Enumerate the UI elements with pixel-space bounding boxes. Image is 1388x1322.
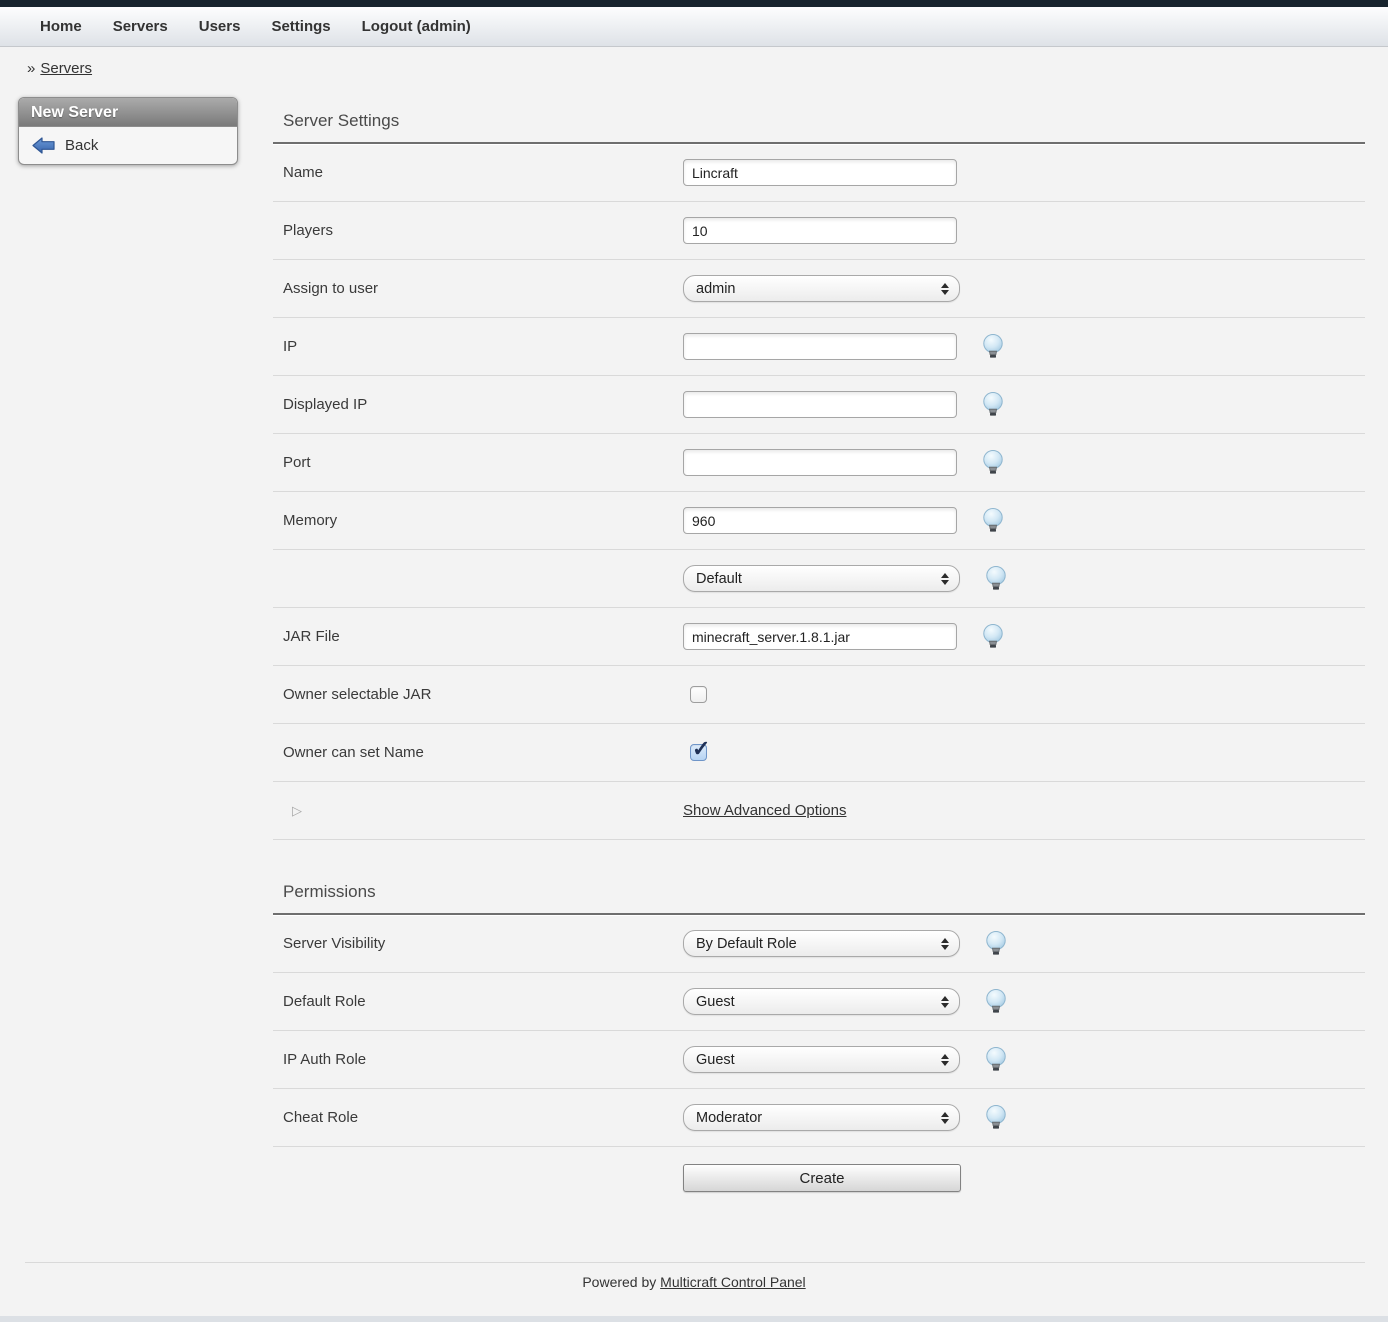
ip-input[interactable]	[683, 333, 957, 360]
ip-auth-role-label: IP Auth Role	[273, 1051, 683, 1068]
server-form: Server Settings Name Players Assign to u…	[273, 97, 1365, 1209]
form-row-port: Port	[273, 434, 1365, 492]
form-row-ip-auth-role: IP Auth Role Guest	[273, 1031, 1365, 1089]
memory-input[interactable]	[683, 507, 957, 534]
form-row-default-role: Default Role Guest	[273, 973, 1365, 1031]
select-arrows-icon	[941, 938, 949, 950]
name-input[interactable]	[683, 159, 957, 186]
default-select-value: Default	[696, 571, 742, 587]
players-label: Players	[273, 222, 683, 239]
back-arrow-icon	[32, 137, 55, 154]
nav-item-servers[interactable]: Servers	[113, 18, 168, 35]
displayed-ip-input[interactable]	[683, 391, 957, 418]
server-visibility-value: By Default Role	[696, 936, 797, 952]
form-row-displayed-ip: Displayed IP	[273, 376, 1365, 434]
panel-title: New Server	[19, 98, 237, 127]
cheat-role-value: Moderator	[696, 1110, 762, 1126]
form-row-ip: IP	[273, 318, 1365, 376]
cheat-role-label: Cheat Role	[273, 1109, 683, 1126]
name-label: Name	[273, 164, 683, 181]
footer-prefix: Powered by	[582, 1274, 660, 1290]
memory-hint-lightbulb-icon[interactable]	[982, 508, 1004, 533]
owner-can-set-name-label: Owner can set Name	[273, 744, 683, 761]
show-advanced-options-link[interactable]: Show Advanced Options	[683, 802, 846, 819]
owner-selectable-jar-checkbox[interactable]: ✓	[690, 686, 707, 703]
form-row-create: Create	[273, 1147, 1365, 1209]
assign-user-select[interactable]: admin	[683, 275, 960, 302]
back-label: Back	[65, 137, 98, 154]
select-arrows-icon	[941, 996, 949, 1008]
form-row-server-visibility: Server Visibility By Default Role	[273, 915, 1365, 973]
form-row-assign-user: Assign to user admin	[273, 260, 1365, 318]
create-button[interactable]: Create	[683, 1164, 961, 1192]
form-row-name: Name	[273, 144, 1365, 202]
jar-file-hint-lightbulb-icon[interactable]	[982, 624, 1004, 649]
owner-selectable-jar-label: Owner selectable JAR	[273, 686, 683, 703]
cheat-role-hint-lightbulb-icon[interactable]	[985, 1105, 1007, 1130]
footer: Powered by Multicraft Control Panel	[0, 1274, 1388, 1290]
memory-label: Memory	[273, 512, 683, 529]
advanced-collapsed-triangle-icon: ▷	[273, 803, 683, 819]
breadcrumb: » Servers	[27, 60, 1388, 77]
permissions-heading: Permissions	[273, 868, 1365, 915]
server-visibility-label: Server Visibility	[273, 935, 683, 952]
back-button[interactable]: Back	[19, 127, 237, 164]
default-role-value: Guest	[696, 994, 735, 1010]
default-role-hint-lightbulb-icon[interactable]	[985, 989, 1007, 1014]
bottom-strip	[0, 1316, 1388, 1322]
breadcrumb-marker-icon: »	[27, 60, 35, 77]
server-visibility-hint-lightbulb-icon[interactable]	[985, 931, 1007, 956]
ip-hint-lightbulb-icon[interactable]	[982, 334, 1004, 359]
displayed-ip-hint-lightbulb-icon[interactable]	[982, 392, 1004, 417]
ip-auth-role-select[interactable]: Guest	[683, 1046, 960, 1073]
assign-user-value: admin	[696, 281, 736, 297]
form-row-jar-file: JAR File	[273, 608, 1365, 666]
owner-can-set-name-checkbox[interactable]: ✓	[690, 744, 707, 761]
port-hint-lightbulb-icon[interactable]	[982, 450, 1004, 475]
ip-auth-role-hint-lightbulb-icon[interactable]	[985, 1047, 1007, 1072]
select-arrows-icon	[941, 1054, 949, 1066]
nav-item-logout[interactable]: Logout (admin)	[362, 18, 471, 35]
form-row-owner-selectable-jar: Owner selectable JAR ✓	[273, 666, 1365, 724]
form-row-players: Players	[273, 202, 1365, 260]
select-arrows-icon	[941, 283, 949, 295]
nav-item-home[interactable]: Home	[40, 18, 82, 35]
new-server-panel: New Server Back	[18, 97, 238, 165]
nav-item-settings[interactable]: Settings	[271, 18, 330, 35]
footer-divider	[25, 1262, 1365, 1263]
form-row-owner-can-set-name: Owner can set Name ✓	[273, 724, 1365, 782]
breadcrumb-servers-link[interactable]: Servers	[40, 60, 92, 77]
form-row-cheat-role: Cheat Role Moderator	[273, 1089, 1365, 1147]
server-visibility-select[interactable]: By Default Role	[683, 930, 960, 957]
cheat-role-select[interactable]: Moderator	[683, 1104, 960, 1131]
port-input[interactable]	[683, 449, 957, 476]
nav-item-users[interactable]: Users	[199, 18, 241, 35]
port-label: Port	[273, 454, 683, 471]
displayed-ip-label: Displayed IP	[273, 396, 683, 413]
jar-file-label: JAR File	[273, 628, 683, 645]
assign-user-label: Assign to user	[273, 280, 683, 297]
select-arrows-icon	[941, 573, 949, 585]
default-role-select[interactable]: Guest	[683, 988, 960, 1015]
ip-auth-role-value: Guest	[696, 1052, 735, 1068]
select-arrows-icon	[941, 1112, 949, 1124]
default-select[interactable]: Default	[683, 565, 960, 592]
players-input[interactable]	[683, 217, 957, 244]
default-hint-lightbulb-icon[interactable]	[985, 566, 1007, 591]
multicraft-link[interactable]: Multicraft Control Panel	[660, 1274, 806, 1290]
form-row-default-select: Default	[273, 550, 1365, 608]
ip-label: IP	[273, 338, 683, 355]
form-row-memory: Memory	[273, 492, 1365, 550]
top-dark-strip	[0, 0, 1388, 7]
default-role-label: Default Role	[273, 993, 683, 1010]
main-navbar: Home Servers Users Settings Logout (admi…	[0, 7, 1388, 47]
form-row-advanced-options: ▷ Show Advanced Options	[273, 782, 1365, 840]
jar-file-input[interactable]	[683, 623, 957, 650]
server-settings-heading: Server Settings	[273, 97, 1365, 144]
